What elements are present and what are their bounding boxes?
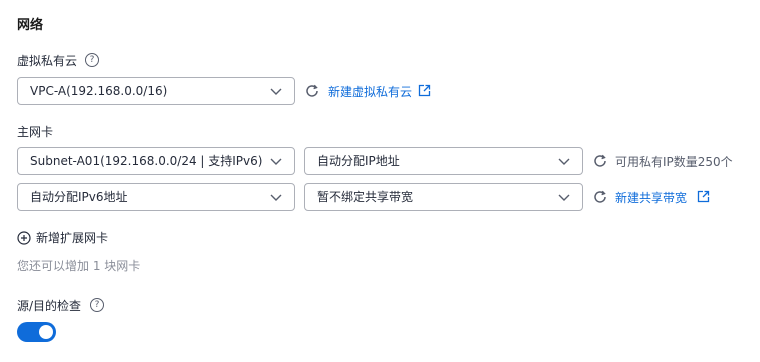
bandwidth-select[interactable]: 暂不绑定共享带宽 bbox=[304, 183, 583, 211]
vpc-label: 虚拟私有云 bbox=[17, 54, 78, 68]
chevron-down-icon bbox=[270, 88, 282, 95]
add-nic-hint: 您还可以增加 1 块网卡 bbox=[17, 259, 141, 273]
ipv6-select-value: 自动分配IPv6地址 bbox=[30, 190, 128, 204]
bandwidth-select-value: 暂不绑定共享带宽 bbox=[317, 190, 414, 204]
source-dest-check-label: 源/目的检查 bbox=[17, 299, 82, 313]
help-icon[interactable]: ? bbox=[85, 53, 99, 67]
toggle-knob bbox=[39, 325, 53, 339]
external-link-icon[interactable] bbox=[418, 84, 431, 97]
chevron-down-icon bbox=[558, 194, 570, 201]
available-ip-count: 可用私有IP数量250个 bbox=[615, 155, 733, 169]
create-vpc-link[interactable]: 新建虚拟私有云 bbox=[328, 83, 412, 100]
subnet-select-value: Subnet-A01(192.168.0.0/24 | 支持IPv6) bbox=[30, 154, 263, 168]
source-dest-check-toggle[interactable] bbox=[17, 322, 56, 342]
refresh-icon[interactable] bbox=[593, 190, 607, 204]
ipv6-select[interactable]: 自动分配IPv6地址 bbox=[17, 183, 295, 211]
section-title: 网络 bbox=[17, 18, 44, 33]
vpc-select[interactable]: VPC-A(192.168.0.0/16) bbox=[17, 77, 295, 105]
external-link-icon[interactable] bbox=[697, 190, 710, 203]
nic-label: 主网卡 bbox=[17, 125, 54, 139]
create-bandwidth-link[interactable]: 新建共享带宽 bbox=[615, 189, 687, 206]
ip-mode-select-value: 自动分配IP地址 bbox=[317, 154, 400, 168]
subnet-select[interactable]: Subnet-A01(192.168.0.0/24 | 支持IPv6) bbox=[17, 147, 295, 175]
plus-circle-icon bbox=[17, 230, 31, 245]
ip-mode-select[interactable]: 自动分配IP地址 bbox=[304, 147, 583, 175]
chevron-down-icon bbox=[558, 158, 570, 165]
chevron-down-icon bbox=[270, 194, 282, 201]
add-nic-button[interactable]: 新增扩展网卡 bbox=[17, 229, 108, 246]
add-nic-label: 新增扩展网卡 bbox=[36, 231, 109, 245]
chevron-down-icon bbox=[270, 158, 282, 165]
refresh-icon[interactable] bbox=[593, 154, 607, 168]
refresh-icon[interactable] bbox=[305, 84, 319, 98]
vpc-select-value: VPC-A(192.168.0.0/16) bbox=[30, 84, 168, 98]
help-icon[interactable]: ? bbox=[90, 298, 104, 312]
